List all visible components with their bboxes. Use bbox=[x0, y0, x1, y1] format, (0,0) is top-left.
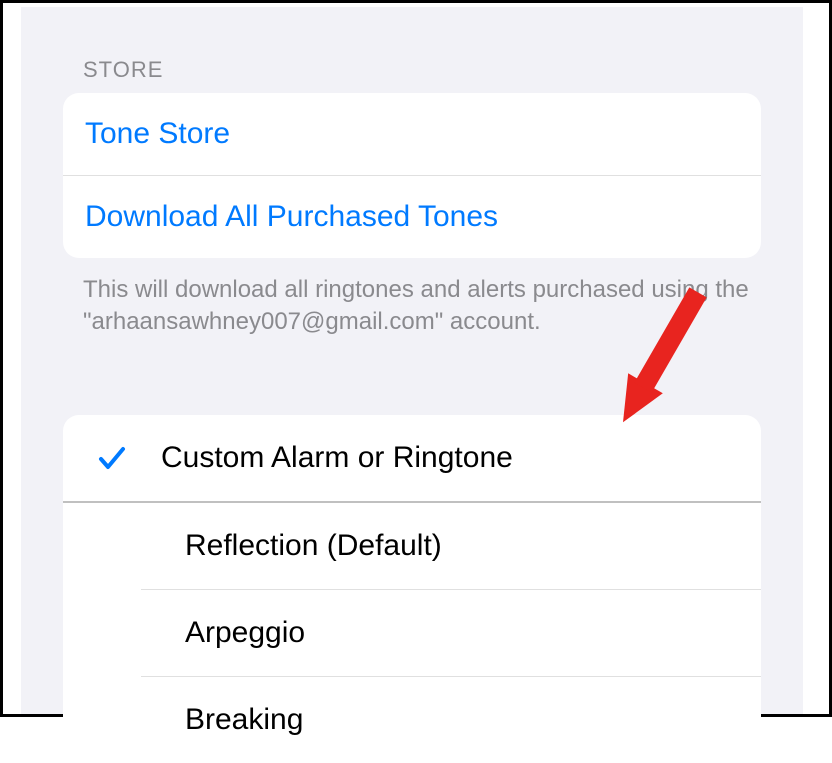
ringtone-row-breaking[interactable]: Breaking bbox=[141, 677, 761, 763]
download-all-label: Download All Purchased Tones bbox=[85, 200, 498, 233]
ringtone-label: Reflection (Default) bbox=[141, 529, 442, 563]
download-all-row[interactable]: Download All Purchased Tones bbox=[63, 176, 761, 258]
ringtone-label: Breaking bbox=[141, 703, 303, 737]
store-card: Tone Store Download All Purchased Tones bbox=[63, 93, 761, 258]
store-section-header: STORE bbox=[21, 7, 803, 93]
ringtones-card: Custom Alarm or Ringtone Reflection (Def… bbox=[63, 415, 761, 763]
selected-ringtone-label: Custom Alarm or Ringtone bbox=[161, 441, 513, 475]
checkmark-icon bbox=[87, 442, 137, 474]
app-frame: STORE Tone Store Download All Purchased … bbox=[0, 0, 832, 717]
selected-ringtone-row[interactable]: Custom Alarm or Ringtone bbox=[63, 415, 761, 503]
settings-content: STORE Tone Store Download All Purchased … bbox=[21, 7, 803, 714]
store-footer-text: This will download all ringtones and ale… bbox=[21, 258, 803, 339]
ringtone-row-reflection[interactable]: Reflection (Default) bbox=[141, 503, 761, 590]
ringtone-row-arpeggio[interactable]: Arpeggio bbox=[141, 590, 761, 677]
right-margin bbox=[805, 3, 829, 714]
ringtone-label: Arpeggio bbox=[141, 616, 305, 650]
tone-store-row[interactable]: Tone Store bbox=[63, 93, 761, 176]
tone-store-label: Tone Store bbox=[85, 117, 230, 150]
